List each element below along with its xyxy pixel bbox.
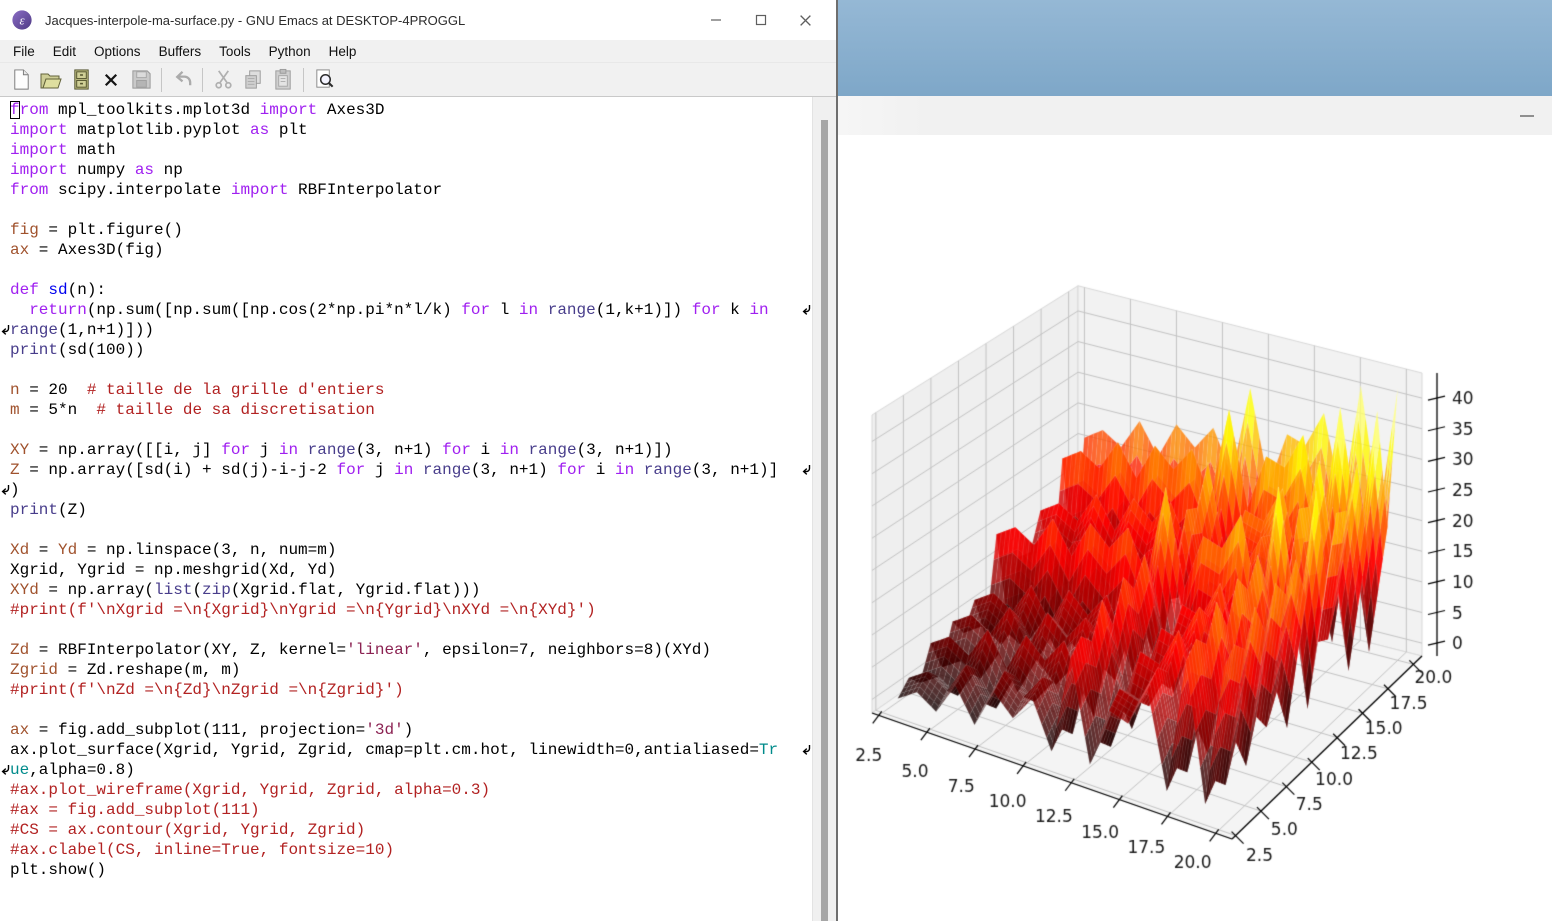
figure-minimize-icon[interactable] <box>1520 115 1534 117</box>
line-continuation-icon <box>1 484 10 496</box>
new-file-button[interactable] <box>6 66 36 94</box>
toolbar-separator <box>202 68 203 92</box>
close-icon <box>799 14 812 27</box>
line-continuation-icon <box>1 764 10 776</box>
emacs-titlebar: ε Jacques-interpole-ma-surface.py - GNU … <box>0 0 836 40</box>
code-text: from mpl_toolkits.mplot3d import Axes3Di… <box>0 97 810 880</box>
line-wrap-icon <box>802 464 811 476</box>
figure-window <box>838 96 1552 921</box>
code-line: #ax = fig.add_subplot(111) <box>10 800 810 820</box>
save-button[interactable] <box>126 66 156 94</box>
menu-item-edit[interactable]: Edit <box>44 44 85 59</box>
code-line: m = 5*n # taille de sa discretisation <box>10 400 810 420</box>
code-line: XYd = np.array(list(zip(Xgrid.flat, Ygri… <box>10 580 810 600</box>
code-line: Xd = Yd = np.linspace(3, n, num=m) <box>10 540 810 560</box>
code-line: ax.plot_surface(Xgrid, Ygrid, Zgrid, cma… <box>10 740 810 760</box>
code-line: range(1,n+1)])) <box>10 320 810 340</box>
paste-button[interactable] <box>268 66 298 94</box>
code-line: #ax.plot_wireframe(Xgrid, Ygrid, Zgrid, … <box>10 780 810 800</box>
toolbar-separator <box>303 68 304 92</box>
surface-plot-canvas[interactable] <box>838 135 1552 921</box>
close-buffer-button[interactable] <box>96 66 126 94</box>
open-folder-icon <box>39 68 63 92</box>
menu-item-tools[interactable]: Tools <box>210 44 260 59</box>
line-wrap-icon <box>802 744 811 756</box>
line-continuation-icon <box>1 324 10 336</box>
close-button[interactable] <box>783 0 828 40</box>
code-line <box>10 360 810 380</box>
code-line: #print(f'\nZd =\n{Zd}\nZgrid =\n{Zgrid}'… <box>10 680 810 700</box>
code-line: from mpl_toolkits.mplot3d import Axes3D <box>10 100 810 120</box>
menu-item-buffers[interactable]: Buffers <box>150 44 211 59</box>
window-controls <box>693 0 828 40</box>
scissors-icon <box>212 68 235 91</box>
menu-item-options[interactable]: Options <box>85 44 150 59</box>
menu-item-help[interactable]: Help <box>320 44 366 59</box>
cut-button[interactable] <box>208 66 238 94</box>
code-line: fig = plt.figure() <box>10 220 810 240</box>
code-line: #ax.clabel(CS, inline=True, fontsize=10) <box>10 840 810 860</box>
code-line: import numpy as np <box>10 160 810 180</box>
code-line: def sd(n): <box>10 280 810 300</box>
emacs-window: ε Jacques-interpole-ma-surface.py - GNU … <box>0 0 838 921</box>
line-wrap-icon <box>802 304 811 316</box>
code-line: ax = fig.add_subplot(111, projection='3d… <box>10 720 810 740</box>
minimize-icon <box>710 14 722 26</box>
figure-titlebar[interactable] <box>838 96 1552 136</box>
code-line: ax = Axes3D(fig) <box>10 240 810 260</box>
code-line: import matplotlib.pyplot as plt <box>10 120 810 140</box>
new-file-icon <box>10 68 33 91</box>
code-line: ) <box>10 480 810 500</box>
undo-button[interactable] <box>167 66 197 94</box>
code-line <box>10 200 810 220</box>
menu-bar: FileEditOptionsBuffersToolsPythonHelp <box>0 40 836 62</box>
code-line: XY = np.array([[i, j] for j in range(3, … <box>10 440 810 460</box>
dired-button[interactable] <box>66 66 96 94</box>
file-cabinet-icon <box>70 68 93 91</box>
code-line: Zd = RBFInterpolator(XY, Z, kernel='line… <box>10 640 810 660</box>
save-floppy-icon <box>130 68 153 91</box>
code-line: print(Z) <box>10 500 810 520</box>
search-magnifier-icon <box>313 68 336 91</box>
toolbar <box>0 62 836 97</box>
copy-button[interactable] <box>238 66 268 94</box>
maximize-icon <box>755 14 767 26</box>
editor-buffer[interactable]: from mpl_toolkits.mplot3d import Axes3Di… <box>0 97 836 921</box>
menu-item-file[interactable]: File <box>4 44 44 59</box>
code-line <box>10 260 810 280</box>
code-line <box>10 620 810 640</box>
code-line: #CS = ax.contour(Xgrid, Ygrid, Zgrid) <box>10 820 810 840</box>
code-line: n = 20 # taille de la grille d'entiers <box>10 380 810 400</box>
code-line <box>10 700 810 720</box>
toolbar-separator <box>161 68 162 92</box>
code-line: Zgrid = Zd.reshape(m, m) <box>10 660 810 680</box>
emacs-icon: ε <box>11 9 33 31</box>
code-line: Xgrid, Ygrid = np.meshgrid(Xd, Yd) <box>10 560 810 580</box>
code-line <box>10 420 810 440</box>
clipboard-paste-icon <box>272 68 295 91</box>
desktop-background <box>838 0 1552 96</box>
code-line: print(sd(100)) <box>10 340 810 360</box>
code-line: from scipy.interpolate import RBFInterpo… <box>10 180 810 200</box>
close-buffer-x-icon <box>102 71 120 89</box>
code-line: #print(f'\nXgrid =\n{Xgrid}\nYgrid =\n{Y… <box>10 600 810 620</box>
code-line: import math <box>10 140 810 160</box>
code-line: plt.show() <box>10 860 810 880</box>
menu-item-python[interactable]: Python <box>260 44 320 59</box>
open-file-button[interactable] <box>36 66 66 94</box>
minimize-button[interactable] <box>693 0 738 40</box>
editor-scrollbar[interactable] <box>812 97 836 921</box>
search-button[interactable] <box>309 66 339 94</box>
code-line <box>10 520 810 540</box>
scrollbar-thumb[interactable] <box>821 120 828 921</box>
window-title: Jacques-interpole-ma-surface.py - GNU Em… <box>45 13 465 28</box>
code-line: ue,alpha=0.8) <box>10 760 810 780</box>
copy-pages-icon <box>242 68 265 91</box>
maximize-button[interactable] <box>738 0 783 40</box>
code-line: Z = np.array([sd(i) + sd(j)-i-j-2 for j … <box>10 460 810 480</box>
code-line: return(np.sum([np.sum([np.cos(2*np.pi*n*… <box>10 300 810 320</box>
undo-arrow-icon <box>171 68 194 91</box>
